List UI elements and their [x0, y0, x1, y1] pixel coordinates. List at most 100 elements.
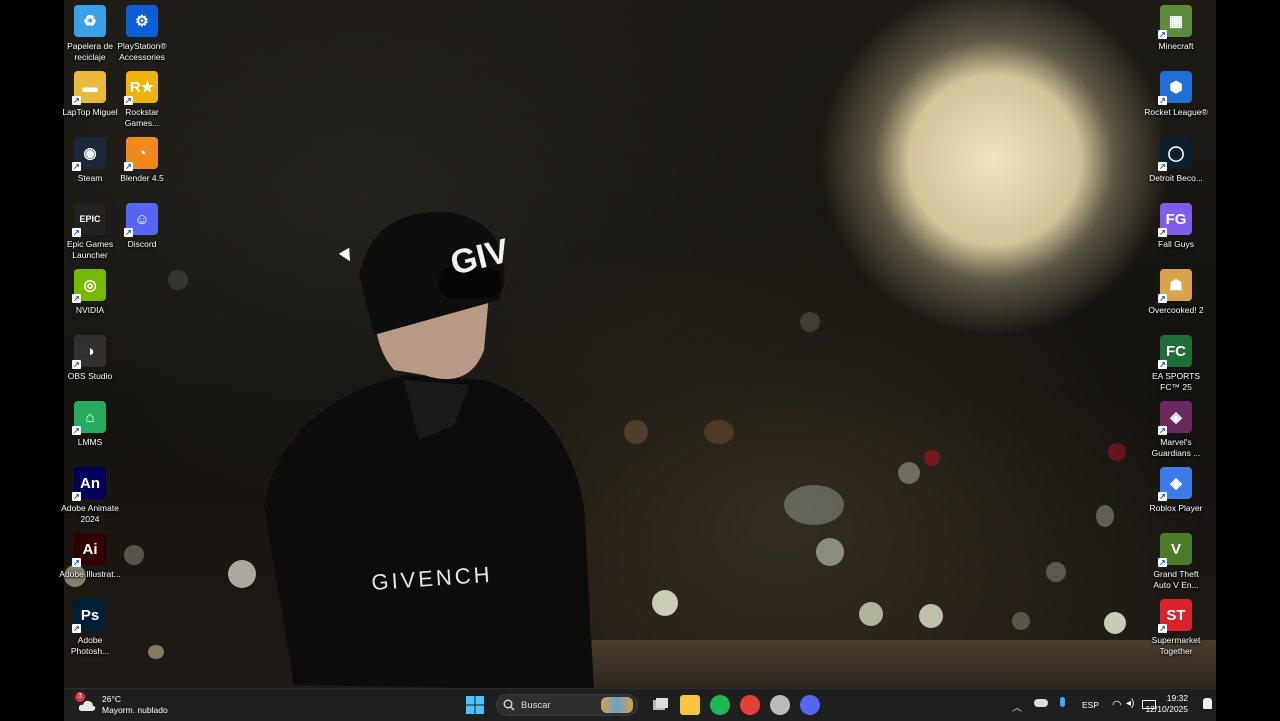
weather-text: 26°C Mayorm. nublado — [102, 694, 168, 716]
desktop-shortcut-label: Detroit Beco... — [1149, 173, 1203, 183]
desktop-shortcut[interactable]: ◈ ↗ Marvel's Guardians ... — [1144, 398, 1208, 462]
language-indicator[interactable]: ESP — [1082, 700, 1099, 710]
discord-icon[interactable] — [800, 695, 820, 715]
desktop-shortcut[interactable]: FG ↗ Fall Guys — [1144, 200, 1208, 264]
desktop-shortcut[interactable]: Ai ↗ Adobe Illustrat... — [58, 530, 122, 594]
desktop-shortcut[interactable]: ST ↗ Supermarket Together — [1144, 596, 1208, 660]
desktop-shortcut[interactable]: ◯ ↗ Detroit Beco... — [1144, 134, 1208, 198]
desktop-shortcut[interactable]: R★ ↗ Rockstar Games... — [110, 68, 174, 132]
desktop-shortcut[interactable]: ◑ ↗ OBS Studio — [58, 332, 122, 396]
fall-guys-icon: FG ↗ — [1158, 203, 1192, 237]
lmms-icon: ⌂ ↗ — [72, 401, 106, 435]
desktop-shortcut[interactable]: ⚙ PlayStation® Accessories — [110, 2, 174, 66]
desktop-shortcut-label: OBS Studio — [67, 371, 113, 381]
desktop-shortcut[interactable]: Ps ↗ Adobe Photosh... — [58, 596, 122, 660]
rocket-league-icon: ⬢ ↗ — [1158, 71, 1192, 105]
clock-time: 19:32 — [1166, 693, 1188, 703]
shortcut-arrow-icon: ↗ — [72, 558, 81, 567]
clock-date: 12/10/2025 — [1145, 704, 1188, 714]
bokeh-light — [1096, 505, 1114, 527]
nvidia-icon: ◎ ↗ — [72, 269, 106, 303]
search-box[interactable]: Buscar — [496, 694, 638, 716]
microphone-icon[interactable] — [1060, 697, 1065, 707]
shortcut-arrow-icon: ↗ — [72, 360, 81, 369]
desktop-shortcut[interactable]: ◎ ↗ NVIDIA — [58, 266, 122, 330]
supermarket-together-icon: ST ↗ — [1158, 599, 1192, 633]
desktop-shortcut-label: Adobe Animate 2024 — [61, 503, 119, 524]
desktop-shortcut[interactable]: ☺ ↗ Discord — [110, 200, 174, 264]
bokeh-light — [168, 270, 188, 290]
shortcut-arrow-icon: ↗ — [1158, 30, 1167, 39]
spotify-icon[interactable] — [710, 695, 730, 715]
desktop-shortcut[interactable]: ⌂ ↗ LMMS — [58, 398, 122, 462]
wifi-icon[interactable]: ◠ — [1112, 698, 1122, 711]
stone-wall — [584, 640, 1216, 688]
desktop-shortcut-label: Grand Theft Auto V En... — [1153, 569, 1199, 590]
weather-temp: 26°C — [102, 694, 121, 704]
search-highlight-icon[interactable] — [601, 697, 633, 713]
windows-logo-icon — [466, 696, 484, 714]
weather-widget[interactable]: 3 26°C Mayorm. nublado — [75, 689, 186, 721]
task-view-button[interactable] — [650, 695, 670, 715]
bokeh-light — [919, 604, 943, 628]
cloud-icon: 3 — [75, 692, 96, 712]
onedrive-icon[interactable] — [1034, 699, 1048, 707]
desktop-shortcut[interactable]: ◔ ↗ Blender 4.5 — [110, 134, 174, 198]
notification-bell-icon[interactable] — [1203, 698, 1212, 709]
system-tray: ︿ ESP ◠ ◂) 19:32 12/10/2025 — [986, 689, 1216, 721]
adobe-photoshop-icon: Ps ↗ — [72, 599, 106, 633]
start-button[interactable] — [466, 689, 486, 721]
desktop-shortcut[interactable]: ▦ ↗ Minecraft — [1144, 2, 1208, 66]
minecraft-icon: ▦ ↗ — [1158, 5, 1192, 39]
desktop-shortcut[interactable]: An ↗ Adobe Animate 2024 — [58, 464, 122, 528]
task-view-icon — [653, 698, 668, 710]
desktop-shortcut-label: Fall Guys — [1158, 239, 1194, 249]
bokeh-light — [624, 420, 648, 444]
bokeh-light — [124, 545, 144, 565]
shortcut-arrow-icon: ↗ — [1158, 558, 1167, 567]
overcooked-icon: ☗ ↗ — [1158, 269, 1192, 303]
weather-desc: Mayorm. nublado — [102, 705, 168, 715]
wallpaper-person: GIV GIVENCH — [264, 212, 594, 690]
desktop-shortcut-label: NVIDIA — [75, 305, 105, 315]
desktop-shortcut-label: Discord — [127, 239, 157, 249]
chevron-up-icon[interactable]: ︿ — [1012, 699, 1022, 714]
ea-sports-fc-icon: FC ↗ — [1158, 335, 1192, 369]
shortcut-arrow-icon: ↗ — [1158, 228, 1167, 237]
gta-v-icon: V ↗ — [1158, 533, 1192, 567]
playstation-accessories-icon: ⚙ — [126, 5, 158, 37]
bokeh-light — [800, 312, 820, 332]
search-placeholder: Buscar — [521, 699, 551, 711]
bokeh-light — [898, 462, 920, 484]
desktop-shortcut[interactable]: V ↗ Grand Theft Auto V En... — [1144, 530, 1208, 594]
bokeh-light — [859, 602, 883, 626]
desktop-shortcut-label: EA SPORTS FC™ 25 — [1151, 371, 1201, 392]
search-icon — [503, 699, 515, 711]
desktop-shortcut-label: Rockstar Games... — [124, 107, 160, 128]
folder-icon: ▬ ↗ — [72, 71, 106, 105]
unknown-app-icon[interactable] — [770, 695, 790, 715]
desktop-shortcut[interactable]: ◆ ↗ Roblox Player — [1144, 464, 1208, 528]
shortcut-arrow-icon: ↗ — [72, 624, 81, 633]
shortcut-arrow-icon: ↗ — [72, 96, 81, 105]
adobe-illustrator-icon: Ai ↗ — [72, 533, 106, 567]
bokeh-light — [652, 590, 678, 616]
bokeh-light — [1108, 443, 1126, 461]
desktop-shortcut[interactable]: FC ↗ EA SPORTS FC™ 25 — [1144, 332, 1208, 396]
weather-alert-badge: 3 — [75, 692, 85, 702]
volume-icon[interactable]: ◂) — [1126, 698, 1134, 709]
shortcut-arrow-icon: ↗ — [1158, 294, 1167, 303]
desktop-shortcut-label: Adobe Illustrat... — [59, 569, 121, 579]
bokeh-light — [1104, 612, 1126, 634]
file-explorer-icon[interactable] — [680, 695, 700, 715]
desktop-shortcut[interactable]: ☗ ↗ Overcooked! 2 — [1144, 266, 1208, 330]
clock[interactable]: 19:32 12/10/2025 — [1145, 693, 1188, 715]
desktop-shortcut-label: Minecraft — [1158, 41, 1194, 51]
blender-icon: ◔ ↗ — [124, 137, 158, 171]
chrome-icon[interactable] — [740, 695, 760, 715]
shortcut-arrow-icon: ↗ — [72, 228, 81, 237]
shortcut-arrow-icon: ↗ — [72, 426, 81, 435]
desktop-shortcut[interactable]: ⬢ ↗ Rocket League® — [1144, 68, 1208, 132]
bokeh-light — [816, 538, 844, 566]
desktop-shortcut-label: PlayStation® Accessories — [117, 41, 167, 62]
